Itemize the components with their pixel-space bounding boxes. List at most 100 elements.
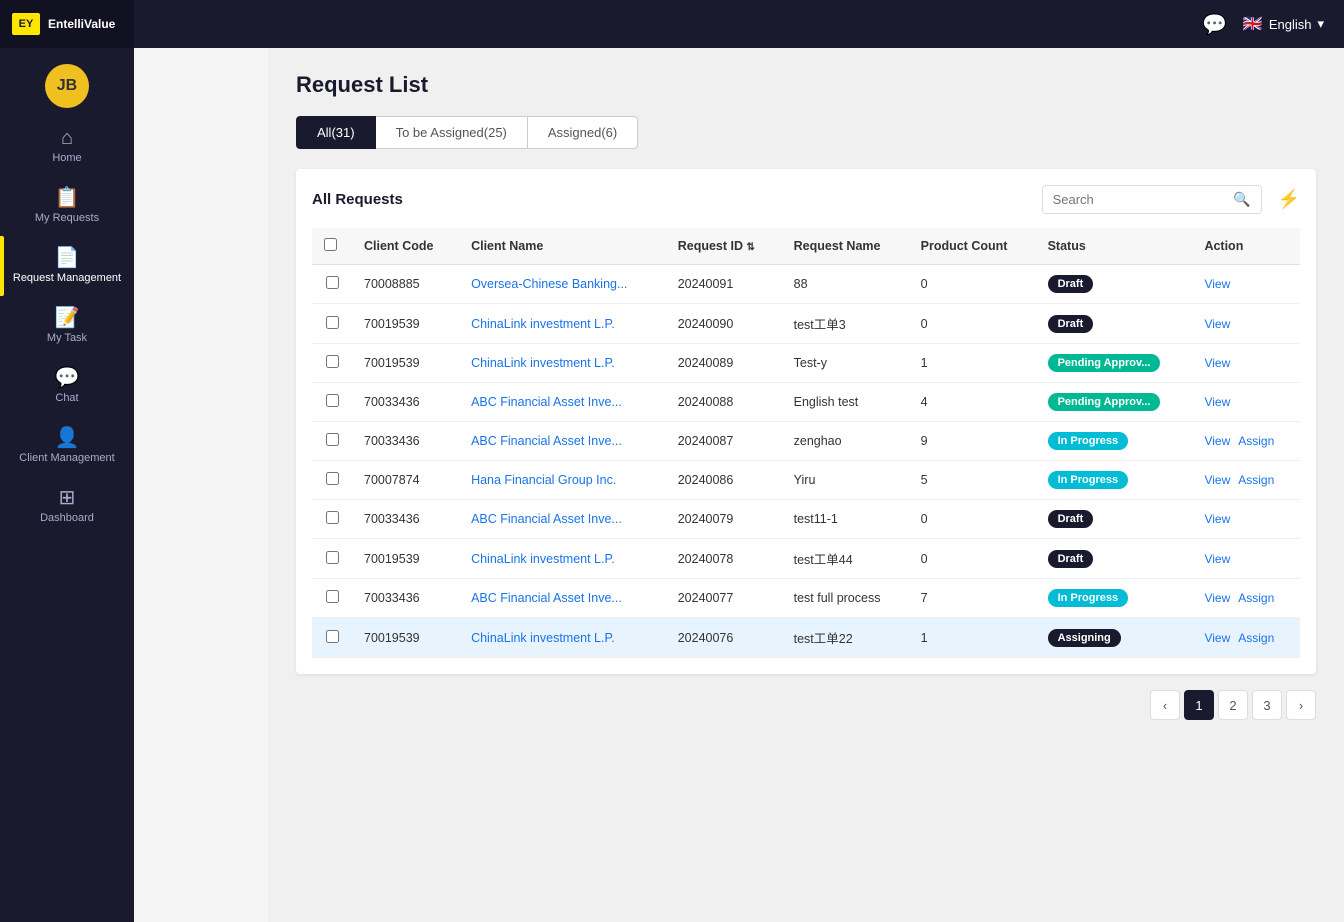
row-checkbox[interactable] [326,590,339,603]
action-links: View Assign [1204,434,1288,448]
tab-to-be-assigned[interactable]: To be Assigned(25) [376,116,528,149]
row-checkbox-cell [312,579,352,618]
sidebar-item-client-management[interactable]: 👤Client Management [0,416,134,476]
action-links: View [1204,277,1288,291]
sidebar-item-label: Dashboard [40,512,94,524]
sidebar-item-home[interactable]: ⌂Home [0,116,134,176]
page-btn-1[interactable]: 1 [1184,690,1214,720]
row-checkbox[interactable] [326,433,339,446]
sidebar-item-label: Home [52,152,81,164]
action-assign-link[interactable]: Assign [1238,631,1274,645]
action-view-link[interactable]: View [1204,317,1230,331]
tab-all[interactable]: All(31) [296,116,376,149]
status-badge: Pending Approv... [1048,354,1161,372]
row-checkbox-cell [312,618,352,658]
client-name-cell[interactable]: ChinaLink investment L.P. [459,539,666,579]
select-all-checkbox[interactable] [324,238,337,251]
client-management-icon: 👤 [55,428,80,448]
action-links: View [1204,317,1288,331]
page-btn-3[interactable]: 3 [1252,690,1282,720]
pagination-next[interactable]: › [1286,690,1316,720]
request-name-cell: Yiru [782,461,909,500]
action-view-link[interactable]: View [1204,512,1230,526]
table-row: 70007874 Hana Financial Group Inc. 20240… [312,461,1300,500]
sidebar-item-dashboard[interactable]: ⊞Dashboard [0,476,134,536]
th-request-id[interactable]: Request ID ⇅ [666,228,782,265]
row-checkbox[interactable] [326,316,339,329]
client-name-cell[interactable]: ABC Financial Asset Inve... [459,383,666,422]
action-view-link[interactable]: View [1204,395,1230,409]
action-view-link[interactable]: View [1204,434,1230,448]
client-name-cell[interactable]: ChinaLink investment L.P. [459,304,666,344]
product-count-cell: 9 [909,422,1036,461]
language-selector[interactable]: 🇬🇧 English ▾ [1243,14,1324,34]
brand-name: EntelliValue [48,17,115,31]
row-checkbox[interactable] [326,630,339,643]
sidebar-item-label: Chat [55,392,78,404]
sidebar-item-request-management[interactable]: 📄Request Management [0,236,134,296]
status-badge: Draft [1048,315,1094,333]
status-badge: Assigning [1048,629,1121,647]
pagination-prev[interactable]: ‹ [1150,690,1180,720]
row-checkbox[interactable] [326,394,339,407]
action-cell: View [1192,539,1300,579]
search-input[interactable] [1053,192,1228,207]
client-name-link[interactable]: ChinaLink investment L.P. [471,356,615,370]
action-view-link[interactable]: View [1204,552,1230,566]
client-name-link[interactable]: ABC Financial Asset Inve... [471,434,622,448]
request-table: Client CodeClient NameRequest ID ⇅Reques… [312,228,1300,658]
action-view-link[interactable]: View [1204,356,1230,370]
client-name-cell[interactable]: ABC Financial Asset Inve... [459,500,666,539]
client-name-link[interactable]: ChinaLink investment L.P. [471,317,615,331]
client-name-link[interactable]: Hana Financial Group Inc. [471,473,616,487]
client-name-cell[interactable]: ABC Financial Asset Inve... [459,422,666,461]
chat-icon[interactable]: 💬 [1202,12,1227,37]
sidebar-item-my-task[interactable]: 📝My Task [0,296,134,356]
request-management-icon: 📄 [55,248,80,268]
tab-assigned[interactable]: Assigned(6) [528,116,638,149]
client-name-link[interactable]: Oversea-Chinese Banking... [471,277,627,291]
sidebar-item-my-requests[interactable]: 📋My Requests [0,176,134,236]
status-cell: In Progress [1036,422,1193,461]
action-links: View Assign [1204,473,1288,487]
status-badge: In Progress [1048,471,1129,489]
action-assign-link[interactable]: Assign [1238,591,1274,605]
action-cell: View Assign [1192,422,1300,461]
client-name-cell[interactable]: Hana Financial Group Inc. [459,461,666,500]
action-view-link[interactable]: View [1204,631,1230,645]
client-name-cell[interactable]: ABC Financial Asset Inve... [459,579,666,618]
page-btn-2[interactable]: 2 [1218,690,1248,720]
row-checkbox[interactable] [326,355,339,368]
action-view-link[interactable]: View [1204,277,1230,291]
action-view-link[interactable]: View [1204,591,1230,605]
client-name-link[interactable]: ABC Financial Asset Inve... [471,591,622,605]
row-checkbox[interactable] [326,551,339,564]
action-assign-link[interactable]: Assign [1238,434,1274,448]
action-links: View Assign [1204,591,1288,605]
client-name-cell[interactable]: Oversea-Chinese Banking... [459,265,666,304]
client-name-link[interactable]: ABC Financial Asset Inve... [471,395,622,409]
sidebar-item-label: My Task [47,332,87,344]
filter-icon[interactable]: ⚡ [1278,189,1300,210]
row-checkbox-cell [312,500,352,539]
client-name-cell[interactable]: ChinaLink investment L.P. [459,344,666,383]
request-id-cell: 20240089 [666,344,782,383]
client-name-link[interactable]: ABC Financial Asset Inve... [471,512,622,526]
request-id-cell: 20240091 [666,265,782,304]
row-checkbox[interactable] [326,276,339,289]
page-title: Request List [296,72,1316,98]
action-links: View Assign [1204,631,1288,645]
client-name-link[interactable]: ChinaLink investment L.P. [471,552,615,566]
action-view-link[interactable]: View [1204,473,1230,487]
action-cell: View Assign [1192,461,1300,500]
table-row: 70019539 ChinaLink investment L.P. 20240… [312,304,1300,344]
client-name-link[interactable]: ChinaLink investment L.P. [471,631,615,645]
status-cell: Assigning [1036,618,1193,658]
client-name-cell[interactable]: ChinaLink investment L.P. [459,618,666,658]
row-checkbox[interactable] [326,511,339,524]
action-cell: View [1192,265,1300,304]
sidebar-item-chat[interactable]: 💬Chat [0,356,134,416]
request-name-cell: test full process [782,579,909,618]
action-assign-link[interactable]: Assign [1238,473,1274,487]
row-checkbox[interactable] [326,472,339,485]
